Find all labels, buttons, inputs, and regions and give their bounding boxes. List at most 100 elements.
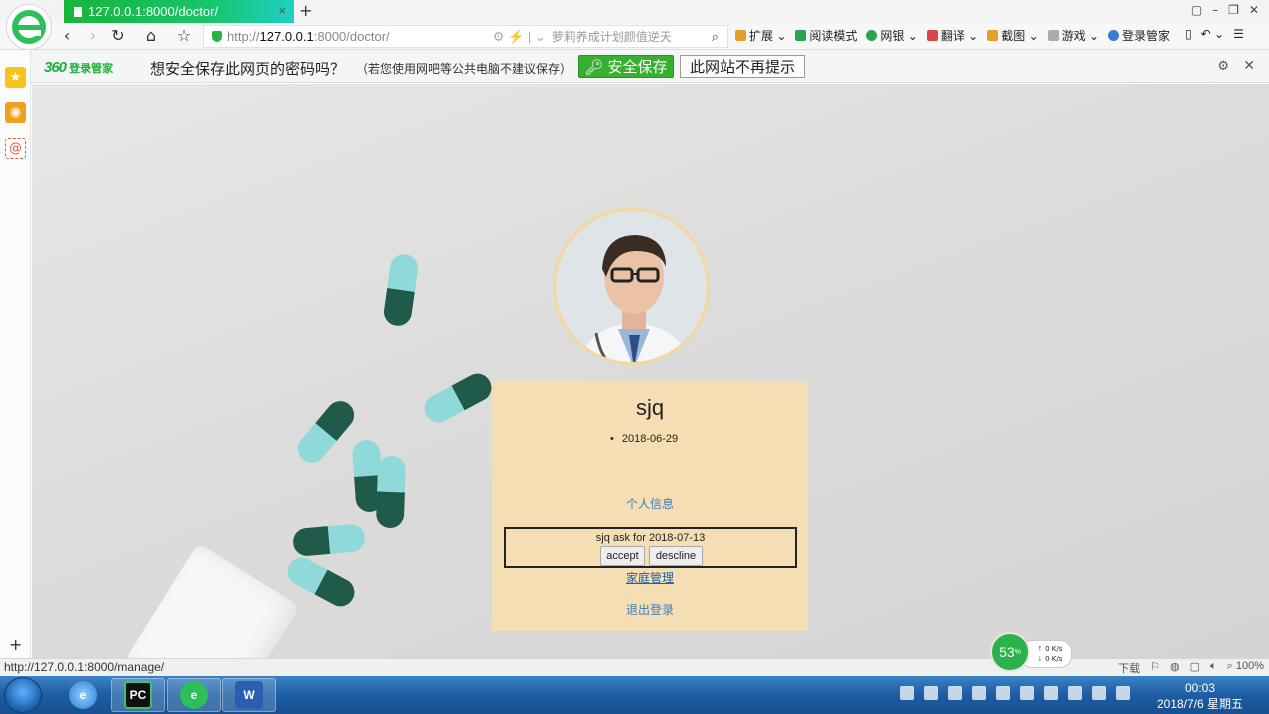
keyboard-icon[interactable] — [900, 686, 914, 700]
address-bar[interactable]: http://127.0.0.1:8000/doctor/ ⚙ ⚡ | ⌄ 萝莉… — [203, 25, 728, 48]
read-mode-icon — [795, 30, 807, 41]
decline-button[interactable]: descline — [649, 546, 703, 566]
request-text: sjq ask for 2018-07-13 — [595, 532, 706, 544]
skin-icon[interactable]: ▢ — [1191, 3, 1202, 17]
signal-icon[interactable] — [1092, 686, 1106, 700]
navigation-bar: ‹ › ↻ ⌂ ☆ http://127.0.0.1:8000/doctor/ … — [0, 23, 1269, 50]
pill-bottle-image — [124, 542, 300, 658]
new-tab-button[interactable]: + — [299, 1, 312, 20]
logout-link[interactable]: 退出登录 — [492, 601, 808, 618]
qq-icon[interactable] — [1020, 686, 1034, 700]
favorites-star-icon[interactable]: ★ — [5, 67, 26, 88]
left-sidebar: ★ ◉ @ + — [0, 50, 31, 658]
word-icon: W — [235, 681, 263, 709]
weibo-icon[interactable]: ◉ — [5, 102, 26, 123]
save-password-button[interactable]: 🔑︎ 安全保存 — [578, 55, 674, 78]
cloud-icon[interactable] — [972, 686, 986, 700]
login-manager-icon — [1108, 30, 1120, 41]
taskbar-ie[interactable]: e — [56, 678, 110, 712]
toolbar-game[interactable]: 游戏 ⌄ — [1047, 27, 1099, 44]
favorite-star-icon[interactable]: ☆ — [174, 26, 194, 46]
monitor-icon[interactable] — [1068, 686, 1082, 700]
forward-arrow-icon[interactable]: › — [83, 26, 103, 46]
close-icon[interactable]: ✕ — [1243, 57, 1255, 74]
360-browser-icon: e — [180, 681, 208, 709]
home-icon[interactable]: ⌂ — [141, 26, 161, 46]
restore-button[interactable]: ❐ — [1228, 3, 1239, 17]
sound-icon[interactable]: 🔈︎ — [1210, 660, 1217, 676]
zoom-level[interactable]: ⌕ 100% — [1227, 660, 1264, 676]
volume-icon[interactable] — [996, 686, 1010, 700]
upload-arrow-icon: ↑ — [1037, 645, 1043, 653]
sidebar-add-icon[interactable]: + — [9, 635, 22, 654]
profile-card: sjq 2018-06-29 个人信息 sjq ask for 2018-07-… — [492, 381, 808, 631]
search-input[interactable]: 萝莉养成计划颜值逆天 — [552, 28, 712, 45]
search-icon[interactable]: ⌕ — [712, 29, 727, 45]
never-remind-button[interactable]: 此网站不再提示 — [680, 55, 805, 78]
extensions-icon — [735, 30, 746, 41]
flag-icon[interactable]: ⚐ — [1150, 660, 1160, 676]
mail-icon[interactable]: @ — [5, 138, 26, 159]
family-manage-link[interactable]: 家庭管理 — [492, 569, 808, 586]
request-box: sjq ask for 2018-07-13 accept descline — [504, 527, 797, 568]
personal-info-link[interactable]: 个人信息 — [492, 495, 808, 512]
toolbar-login-manager[interactable]: 登录管家 — [1108, 27, 1170, 44]
pill-image — [292, 395, 360, 469]
window-icon[interactable]: ▢ — [1190, 660, 1200, 676]
menu-icon[interactable]: ☰ — [1233, 27, 1244, 44]
page-background: sjq 2018-06-29 个人信息 sjq ask for 2018-07-… — [32, 84, 1269, 658]
status-tools: 下载 ⚐ ◍ ▢ 🔈︎ ⌕ 100% — [1118, 660, 1264, 676]
tab-doctor[interactable]: 127.0.0.1:8000/doctor/ × — [64, 0, 294, 23]
tablet-icon[interactable]: ▯ — [1185, 27, 1192, 44]
status-hover-url: http://127.0.0.1:8000/manage/ — [4, 660, 165, 674]
toolbar-extensions[interactable]: 扩展 ⌄ — [735, 27, 786, 44]
pill-image — [382, 252, 420, 328]
taskbar-word[interactable]: W — [222, 678, 276, 712]
accept-button[interactable]: accept — [600, 546, 645, 566]
toolbar-read-mode[interactable]: 阅读模式 — [795, 27, 857, 44]
net-speed-widget[interactable]: ↑ 0 K/s ↓ 0 K/s 53% — [990, 632, 1082, 672]
toolbar-bank[interactable]: 网银 ⌄ — [866, 27, 918, 44]
close-window-button[interactable]: ✕ — [1249, 3, 1259, 17]
ie-mode-icon[interactable]: ◍ — [1170, 660, 1180, 676]
pycharm-icon: PC — [124, 681, 152, 709]
taskbar-360-browser[interactable]: e — [167, 678, 221, 712]
clock-date: 2018/7/6 星期五 — [1156, 697, 1244, 711]
browser-logo-icon[interactable] — [6, 4, 52, 50]
start-button[interactable] — [4, 677, 42, 713]
clock-time: 00:03 — [1184, 681, 1216, 695]
pill-image — [291, 522, 367, 558]
minimize-button[interactable]: – — [1212, 3, 1218, 17]
reload-icon[interactable]: ↻ — [108, 26, 128, 46]
taskbar-clock[interactable]: 00:03 2018/7/6 星期五 — [1150, 680, 1250, 712]
tab-title: 127.0.0.1:8000/doctor/ — [88, 4, 219, 19]
back-arrow-icon[interactable]: ‹ — [57, 26, 77, 46]
browser-tab-bar: 127.0.0.1:8000/doctor/ × + ▢ – ❐ ✕ — [0, 0, 1269, 50]
pill-image — [375, 455, 407, 529]
key-icon: 🔑︎ — [584, 58, 604, 76]
toolbar-screenshot[interactable]: 截图 ⌄ — [987, 27, 1039, 44]
password-question: 想安全保存此网页的密码吗？ — [150, 61, 346, 78]
url-path: :8000/doctor/ — [313, 29, 390, 44]
browser-toolbar: 扩展 ⌄ 阅读模式 网银 ⌄ 翻译 ⌄ 截图 ⌄ 游戏 ⌄ 登录管家 ▯ ↶ ⌄… — [735, 27, 1244, 44]
system-tray — [900, 686, 1130, 700]
download-label[interactable]: 下载 — [1118, 660, 1140, 676]
screenshot-icon — [987, 30, 999, 41]
ie-icon: e — [69, 681, 97, 709]
doctor-date: 2018-06-29 — [492, 433, 808, 445]
network-icon[interactable] — [948, 686, 962, 700]
password-save-bar: 360 登录管家 想安全保存此网页的密码吗？ （若您使用网吧等公共电脑不建议保存… — [31, 50, 1269, 83]
toolbar-translate[interactable]: 翻译 ⌄ — [926, 27, 978, 44]
taskbar-pycharm[interactable]: PC — [111, 678, 165, 712]
tab-close-icon[interactable]: × — [278, 3, 286, 18]
download-arrow-icon: ↓ — [1037, 655, 1043, 663]
bluetooth-icon[interactable] — [1044, 686, 1058, 700]
security-icon[interactable] — [924, 686, 938, 700]
translate-icon — [926, 30, 938, 41]
bank-icon — [866, 30, 878, 41]
gear-icon[interactable]: ⚙ — [1217, 58, 1229, 74]
battery-icon[interactable] — [1116, 686, 1130, 700]
undo-icon[interactable]: ↶ ⌄ — [1201, 27, 1224, 44]
game-icon — [1047, 30, 1059, 41]
url-host: 127.0.0.1 — [259, 29, 314, 44]
